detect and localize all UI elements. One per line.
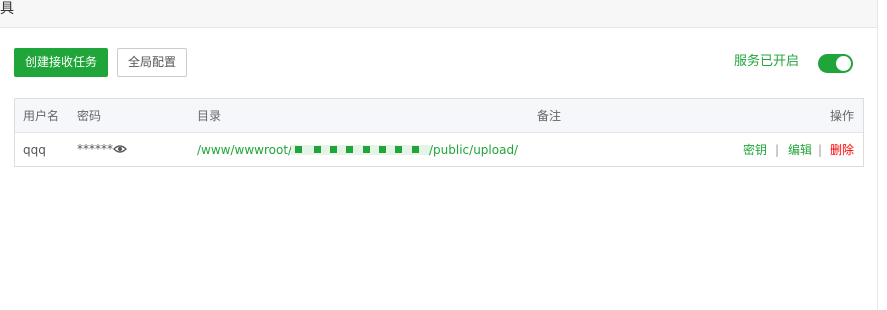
global-config-button[interactable]: 全局配置	[117, 48, 187, 77]
key-action-link[interactable]: 密钥	[743, 143, 767, 157]
tasks-table: 用户名 密码 目录 备注 操作 qqq ****** /www/wwwroot/…	[14, 98, 864, 167]
action-separator: |	[818, 143, 823, 157]
password-cell: ******	[77, 142, 113, 156]
table-header: 用户名 密码 目录 备注 操作	[15, 99, 863, 133]
redacted-path-segment	[291, 145, 431, 155]
header-directory: 目录	[197, 109, 222, 123]
scrollbar-track[interactable]	[877, 0, 887, 310]
window-titlebar: 具	[0, 0, 877, 28]
delete-action-link[interactable]: 删除	[830, 143, 854, 157]
path-prefix-link[interactable]: /www/wwwroot/	[197, 143, 292, 157]
username-cell: qqq	[23, 143, 46, 157]
action-separator: |	[775, 143, 780, 157]
eye-icon[interactable]	[113, 143, 127, 153]
toggle-knob	[836, 56, 851, 71]
create-receive-task-button[interactable]: 创建接收任务	[14, 48, 108, 77]
header-remark: 备注	[537, 109, 562, 123]
window-title: 具	[0, 1, 14, 17]
header-password: 密码	[77, 109, 102, 123]
service-status-label: 服务已开启	[734, 54, 800, 69]
edit-action-link[interactable]: 编辑	[788, 143, 812, 157]
path-suffix-link[interactable]: /public/upload/	[429, 143, 518, 157]
header-actions: 操作	[829, 109, 854, 123]
service-toggle[interactable]	[818, 54, 853, 73]
table-row: qqq ****** /www/wwwroot/ /public/upload/…	[15, 133, 863, 166]
header-username: 用户名	[23, 109, 60, 123]
